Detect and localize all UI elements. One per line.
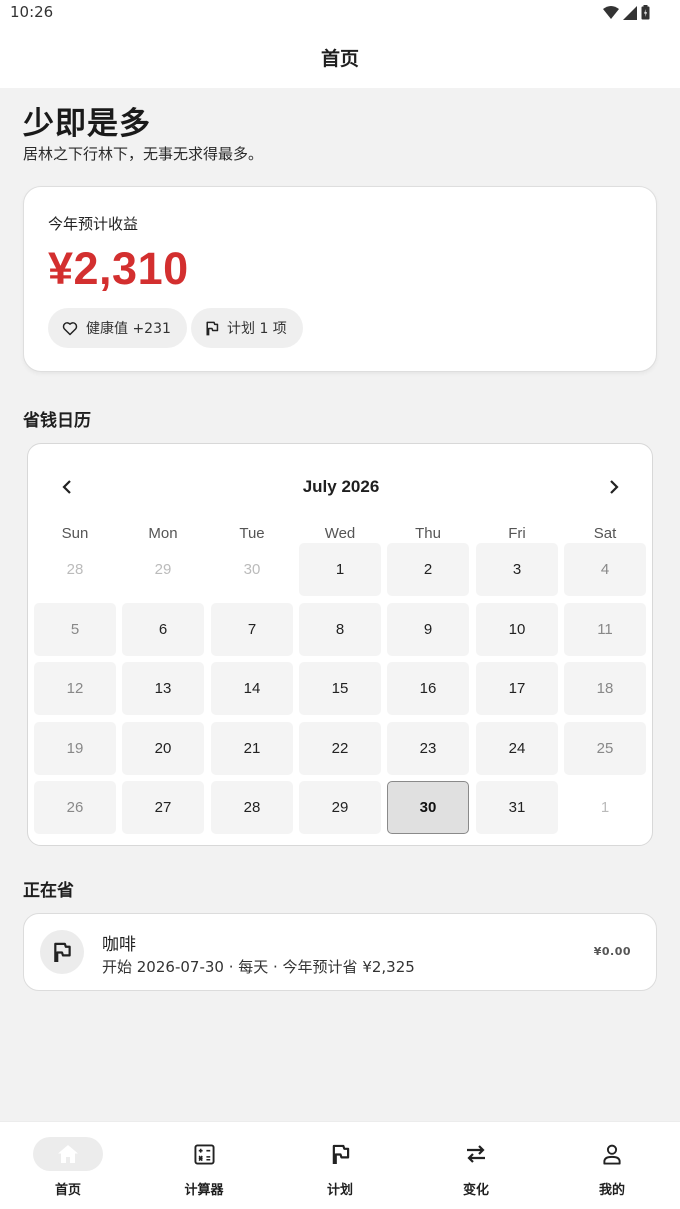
hero-subtitle: 居林之下行林下，无事无求得最多。 [23, 145, 264, 163]
saving-plan-item[interactable]: 咖啡 开始 2026-07-30 · 每天 · 今年预计省 ¥2,325 ¥0.… [23, 913, 657, 991]
calendar-day[interactable]: 27 [122, 781, 204, 834]
nav-label-calculator: 计算器 [184, 1183, 224, 1198]
nav-item-me[interactable]: 我的 [544, 1122, 680, 1209]
status-icons [603, 5, 650, 20]
earnings-value: ¥2,310 [48, 243, 189, 294]
calendar-day-outside: 30 [243, 561, 261, 578]
nav-item-plan[interactable]: 计划 [272, 1122, 408, 1209]
status-time: 10:26 [10, 3, 54, 21]
calendar-day[interactable]: 29 [299, 781, 381, 834]
plan-meta: 开始 2026-07-30 · 每天 · 今年预计省 ¥2,325 [102, 958, 415, 976]
flag-icon [332, 1144, 349, 1164]
calendar-day[interactable]: 6 [122, 603, 204, 656]
nav-label-home: 首页 [54, 1183, 81, 1198]
calendar-day[interactable]: 23 [387, 722, 469, 775]
flag-icon [206, 321, 219, 335]
calendar-day[interactable]: 11 [564, 603, 646, 656]
annual-earnings-card: 今年预计收益 ¥2,310 健康值 +231 计划 1 项 [23, 186, 657, 372]
home-icon [58, 1145, 78, 1163]
weekday-label: Sun [61, 525, 89, 542]
flag-icon [54, 942, 71, 962]
plan-saved-amount: ¥0.00 [593, 945, 631, 958]
calendar-day[interactable]: 28 [211, 781, 293, 834]
calendar-day[interactable]: 13 [122, 662, 204, 715]
heart-icon [62, 321, 78, 335]
calendar-day-outside: 29 [154, 561, 172, 578]
saving-section-title: 正在省 [23, 881, 74, 901]
calendar-day[interactable]: 16 [387, 662, 469, 715]
calendar-day[interactable]: 17 [476, 662, 558, 715]
calendar-day[interactable]: 26 [34, 781, 116, 834]
calendar-day-outside: 1 [600, 799, 610, 816]
nav-label-change: 变化 [462, 1183, 489, 1198]
weekday-label: Thu [415, 525, 441, 542]
weekday-label: Fri [508, 525, 526, 542]
next-month-button[interactable] [601, 474, 627, 500]
calendar-day[interactable]: 4 [564, 543, 646, 596]
calendar-day-outside: 28 [66, 561, 84, 578]
signal-icon [623, 5, 637, 20]
health-chip-label: 健康值 +231 [86, 321, 171, 337]
plan-count-label: 计划 1 项 [227, 321, 287, 337]
nav-label-me: 我的 [598, 1183, 625, 1198]
nav-calculator-indicator [169, 1137, 239, 1171]
calendar-day[interactable]: 8 [299, 603, 381, 656]
wifi-icon [603, 6, 619, 19]
calendar-day[interactable]: 20 [122, 722, 204, 775]
nav-home-indicator [33, 1137, 103, 1171]
calendar-month-label: July 2026 [302, 477, 380, 496]
plan-avatar [40, 930, 84, 974]
plan-name: 咖啡 [102, 935, 136, 955]
battery-icon [641, 5, 650, 20]
nav-label-plan: 计划 [326, 1183, 353, 1198]
app-bar: 首页 [0, 26, 680, 88]
calendar-day[interactable]: 19 [34, 722, 116, 775]
calendar-day[interactable]: 7 [211, 603, 293, 656]
page-title: 首页 [320, 47, 359, 70]
calendar-section-title: 省钱日历 [23, 411, 91, 431]
plan-count-chip[interactable]: 计划 1 项 [191, 308, 303, 348]
calendar-day[interactable]: 9 [387, 603, 469, 656]
calendar-day[interactable]: 18 [564, 662, 646, 715]
calendar-day[interactable]: 15 [299, 662, 381, 715]
calendar-day[interactable]: 3 [476, 543, 558, 596]
weekday-label: Sat [593, 525, 617, 542]
swap-icon [467, 1145, 485, 1163]
calendar-day[interactable]: 1 [299, 543, 381, 596]
weekday-label: Mon [148, 525, 178, 542]
weekday-label: Tue [239, 525, 265, 542]
calendar-day[interactable]: 21 [211, 722, 293, 775]
calendar-day[interactable]: 10 [476, 603, 558, 656]
bottom-navigation: 首页 计算器 计划 变化 我的 [0, 1121, 680, 1209]
calendar-day[interactable]: 31 [476, 781, 558, 834]
calculator-icon [193, 1143, 215, 1165]
nav-item-calculator[interactable]: 计算器 [136, 1122, 272, 1209]
savings-calendar: July 2026 Sun Mon Tue Wed Thu Fri Sat 28 29 30 1 2… [27, 443, 653, 846]
status-bar: 10:26 [0, 0, 680, 26]
person-icon [603, 1144, 621, 1165]
calendar-day-selected[interactable]: 30 [387, 781, 469, 834]
earnings-label: 今年预计收益 [48, 215, 139, 233]
nav-plan-indicator [305, 1137, 375, 1171]
calendar-day[interactable]: 22 [299, 722, 381, 775]
calendar-day[interactable]: 14 [211, 662, 293, 715]
hero-title: 少即是多 [23, 106, 151, 142]
chevron-right-icon [610, 480, 619, 494]
calendar-day[interactable]: 24 [476, 722, 558, 775]
calendar-day[interactable]: 12 [34, 662, 116, 715]
nav-me-indicator [577, 1137, 647, 1171]
calendar-day[interactable]: 25 [564, 722, 646, 775]
nav-change-indicator [441, 1137, 511, 1171]
health-chip[interactable]: 健康值 +231 [48, 308, 187, 348]
weekday-label: Wed [324, 525, 356, 542]
nav-item-home[interactable]: 首页 [0, 1122, 136, 1209]
calendar-day[interactable]: 5 [34, 603, 116, 656]
nav-item-change[interactable]: 变化 [408, 1122, 544, 1209]
calendar-day[interactable]: 2 [387, 543, 469, 596]
